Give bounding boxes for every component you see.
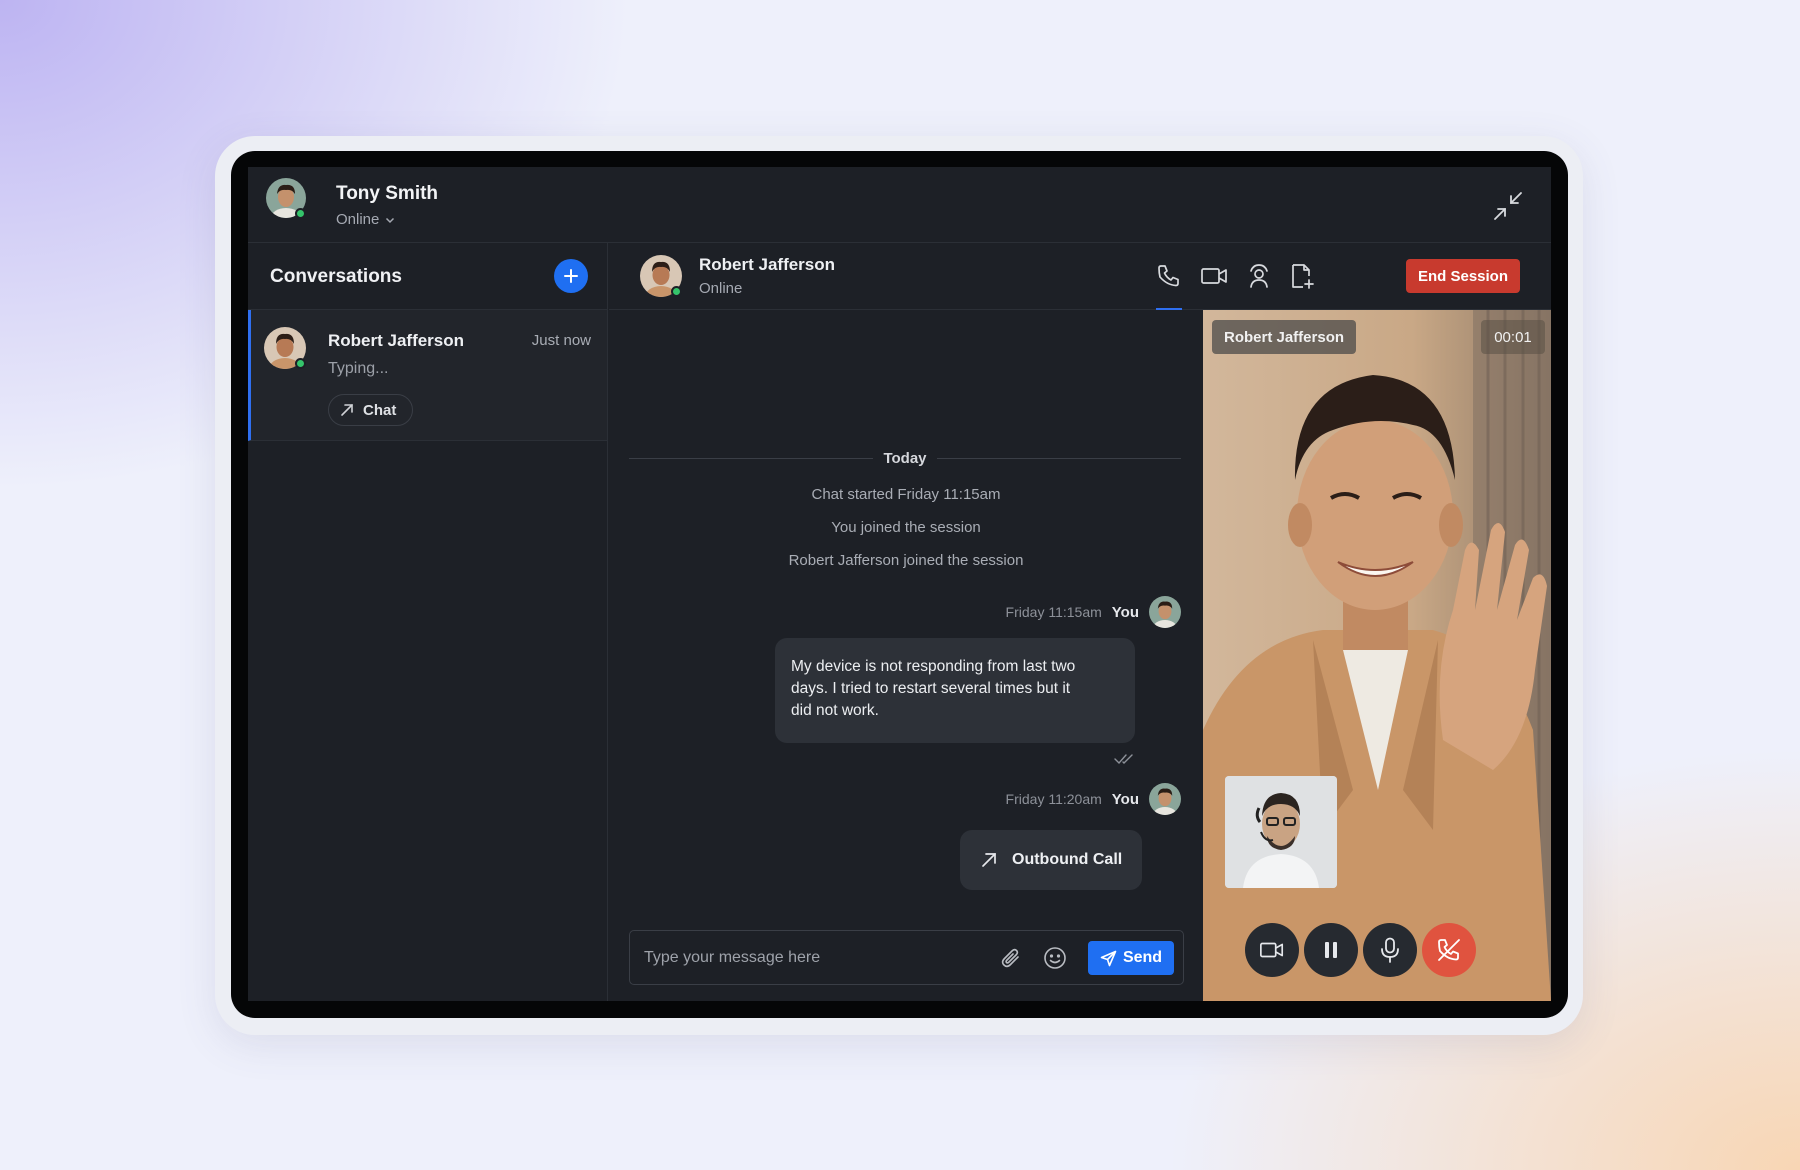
top-bar: Tony Smith Online xyxy=(248,167,1551,243)
send-icon xyxy=(1100,950,1117,966)
sidebar-title: Conversations xyxy=(270,266,402,287)
file-add-icon[interactable] xyxy=(1287,261,1317,291)
sender-avatar xyxy=(1149,783,1181,815)
mute-button[interactable] xyxy=(1363,923,1417,977)
system-message: Chat started Friday 11:15am xyxy=(811,486,1001,503)
phone-hangup-icon xyxy=(1438,939,1460,961)
chat-thread: Today Chat started Friday 11:15am You jo… xyxy=(609,310,1203,1001)
message-time: Friday 11:15am xyxy=(1005,604,1102,620)
microphone-icon xyxy=(1381,937,1399,963)
message-meta: Friday 11:20am You xyxy=(1006,783,1181,815)
system-message: Robert Jafferson joined the session xyxy=(788,552,1024,569)
system-message: You joined the session xyxy=(831,519,981,536)
phone-icon[interactable] xyxy=(1154,261,1184,310)
remote-video-feed xyxy=(1203,310,1551,1001)
user-status-label: Online xyxy=(336,211,380,228)
divider-line xyxy=(936,457,1181,459)
outbound-call-card[interactable]: Outbound Call xyxy=(960,830,1143,890)
toggle-video-button[interactable] xyxy=(1245,923,1299,977)
self-view-video[interactable] xyxy=(1225,776,1337,888)
send-button[interactable]: Send xyxy=(1088,941,1174,975)
user-name: Tony Smith xyxy=(336,183,439,204)
sender-avatar xyxy=(1149,596,1181,628)
day-label: Today xyxy=(883,449,927,467)
pause-icon xyxy=(1325,942,1337,958)
chat-header: Robert Jafferson Online End Session xyxy=(609,243,1551,310)
conversation-online-dot xyxy=(295,358,306,369)
plus-icon xyxy=(564,269,578,283)
outbound-call-label: Outbound Call xyxy=(1012,851,1123,868)
arrow-up-right-icon xyxy=(982,853,996,867)
message-composer: Send xyxy=(629,930,1184,985)
contact-online-dot xyxy=(671,286,682,297)
message-bubble: My device is not responding from last tw… xyxy=(775,638,1135,743)
contact-status: Online xyxy=(699,280,743,297)
conversation-item[interactable]: Robert Jafferson Just now Typing... Chat xyxy=(248,310,607,441)
day-divider: Today xyxy=(629,448,1181,468)
message-input[interactable] xyxy=(644,945,974,971)
message-sender: You xyxy=(1111,790,1139,808)
emoji-icon[interactable] xyxy=(1040,943,1070,973)
chip-label: Chat xyxy=(363,401,397,419)
double-check-icon xyxy=(1114,754,1133,765)
paperclip-icon[interactable] xyxy=(996,943,1026,973)
screen-share-person-icon[interactable] xyxy=(1244,261,1274,291)
message-sender: You xyxy=(1111,603,1139,621)
message-time: Friday 11:20am xyxy=(1005,791,1102,807)
video-call-panel: Robert Jafferson 00:01 xyxy=(1203,310,1551,1001)
sidebar-header: Conversations xyxy=(248,243,607,310)
chevron-down-icon xyxy=(386,217,395,223)
arrow-up-right-icon xyxy=(341,404,353,416)
collapse-icon[interactable] xyxy=(1491,189,1525,223)
end-session-button[interactable]: End Session xyxy=(1406,259,1520,293)
conversation-channel-chip[interactable]: Chat xyxy=(328,394,414,426)
conversations-sidebar: Conversations Robert Jafferson Just now … xyxy=(248,243,608,1001)
hang-up-button[interactable] xyxy=(1422,923,1476,977)
message-meta: Friday 11:15am You xyxy=(1006,596,1181,628)
call-timer: 00:01 xyxy=(1481,320,1545,354)
conversation-time: Just now xyxy=(531,332,591,349)
hold-button[interactable] xyxy=(1304,923,1358,977)
conversation-preview: Typing... xyxy=(328,360,389,377)
user-online-dot xyxy=(295,208,306,219)
conversation-name: Robert Jafferson xyxy=(328,331,465,350)
new-conversation-button[interactable] xyxy=(554,259,588,293)
participant-name-tag: Robert Jafferson xyxy=(1212,320,1357,354)
divider-line xyxy=(629,457,874,459)
video-camera-icon xyxy=(1260,942,1284,958)
support-app: Tony Smith Online Conversations Robert J… xyxy=(248,167,1551,1001)
send-label: Send xyxy=(1122,949,1163,966)
video-camera-icon[interactable] xyxy=(1199,261,1229,291)
user-status-dropdown[interactable]: Online xyxy=(336,211,395,228)
message-text: My device is not responding from last tw… xyxy=(791,658,1076,719)
contact-name: Robert Jafferson xyxy=(699,255,836,274)
